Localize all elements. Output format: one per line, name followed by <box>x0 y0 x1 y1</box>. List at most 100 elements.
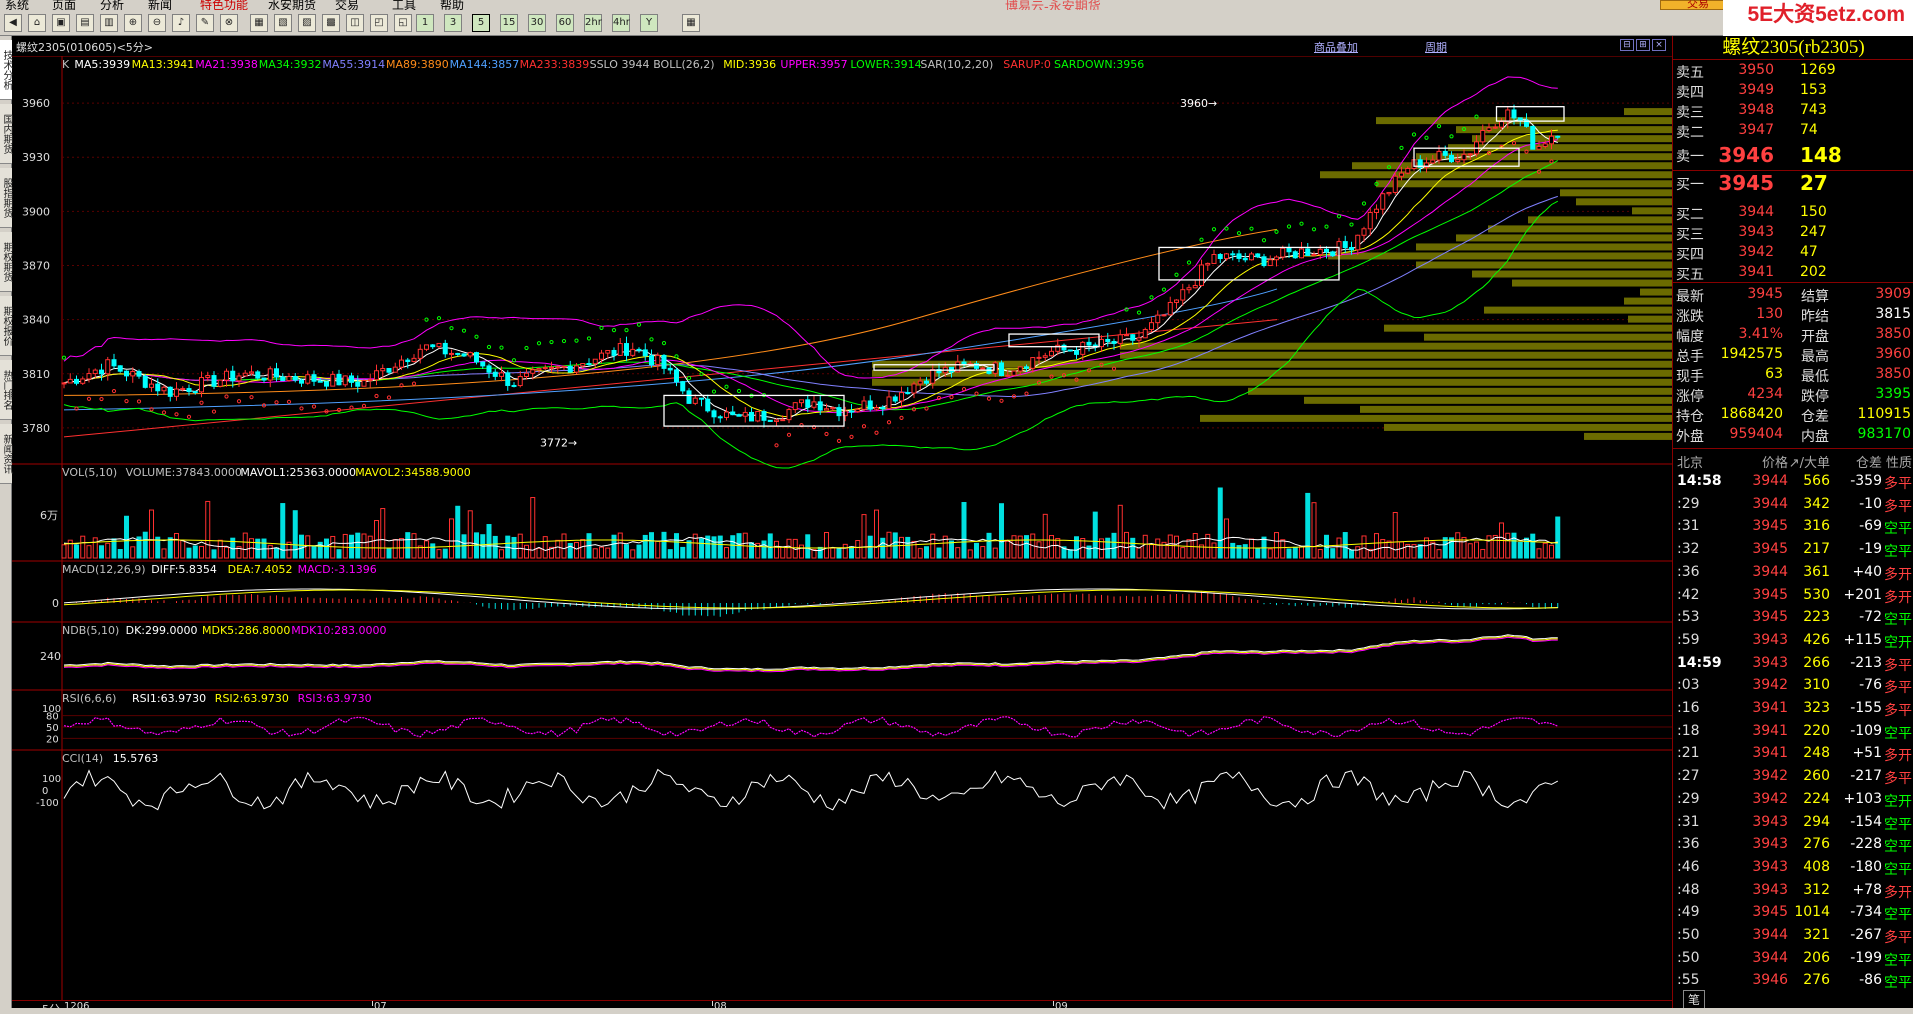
left-tab[interactable]: 热门排名 <box>0 360 12 420</box>
quarter-icon[interactable]: ◱ <box>394 14 412 32</box>
stat-label: 结算 <box>1801 289 1829 305</box>
candle-body <box>286 376 292 382</box>
bid-volume: 202 <box>1800 264 1827 280</box>
volume-bar <box>986 532 992 559</box>
candle-body <box>1399 172 1404 177</box>
ask-price: 3947 <box>1738 122 1774 138</box>
pen-icon[interactable]: ✎ <box>196 14 214 32</box>
volume-bar <box>1542 542 1548 559</box>
bid-label: 买五 <box>1676 267 1704 283</box>
volume-bar <box>905 536 911 559</box>
volume-bar <box>1192 533 1198 559</box>
tick-row: :50 3944 206 -199 空平 <box>1673 948 1913 971</box>
volume-bar <box>999 503 1004 559</box>
volume-bar <box>1311 502 1317 559</box>
zoom-out-icon[interactable]: ⊖ <box>148 14 166 32</box>
period-button[interactable]: 5 <box>472 14 490 32</box>
home-icon[interactable]: ⌂ <box>28 14 46 32</box>
layout-button[interactable]: ⊟ <box>1620 39 1634 51</box>
tick-nature: 空平 <box>1884 544 1912 561</box>
candle-body <box>1555 135 1561 138</box>
tick-row: :36 3944 361 +40 多开 <box>1673 562 1913 585</box>
volume-bar <box>980 546 986 559</box>
left-tab[interactable]: 国内期货 <box>0 104 12 164</box>
week-icon[interactable]: ◫ <box>346 14 364 32</box>
kline-chart[interactable]: 3960393039003870384038103780K MA5:3939 MA1… <box>12 56 1672 1000</box>
candle-body <box>61 382 67 385</box>
candle-body <box>305 374 311 384</box>
left-tab[interactable]: 技术分析 <box>0 40 12 100</box>
candle-body <box>1036 356 1042 359</box>
tick-time: 14:59 <box>1677 654 1722 671</box>
volume-profile-bar <box>1120 351 1672 359</box>
tick-volume: 220 <box>1803 722 1830 739</box>
stat-value: 3960 <box>1875 346 1911 362</box>
tick-nature: 空平 <box>1884 521 1912 538</box>
grid-icon[interactable]: ▥ <box>100 14 118 32</box>
candle-body <box>824 408 829 411</box>
volume-bar <box>992 547 998 559</box>
volume-bar <box>1399 541 1404 559</box>
ticks-tab[interactable]: 笔 <box>1683 990 1706 1009</box>
period-link[interactable]: 周期 <box>1425 39 1447 55</box>
menu-item[interactable]: 系统 <box>5 0 29 10</box>
period-button[interactable]: Y <box>640 14 658 32</box>
tick-time: :50 <box>1677 949 1700 966</box>
period-button[interactable]: 3 <box>444 14 462 32</box>
menu-item[interactable]: 帮助 <box>440 0 464 10</box>
period-button[interactable]: 4hr <box>612 14 630 32</box>
candle-body <box>1361 228 1367 236</box>
menu-item[interactable]: 新闻 <box>148 0 172 10</box>
period-button[interactable]: 15 <box>500 14 518 32</box>
table-icon[interactable]: ▦ <box>250 14 268 32</box>
menu-item[interactable]: 交易 <box>335 0 359 10</box>
period-button[interactable]: 1 <box>416 14 434 32</box>
volume-bar <box>217 539 223 559</box>
candle-body <box>1349 247 1354 251</box>
pin-icon[interactable]: ♪ <box>172 14 190 32</box>
menu-item[interactable]: 分析 <box>100 0 124 10</box>
candle-body <box>1167 301 1173 316</box>
tick-price: 3945 <box>1752 541 1788 558</box>
left-tab[interactable]: 股指期货 <box>0 168 12 228</box>
sar-dot <box>886 420 892 425</box>
left-tab[interactable]: 期权期货 <box>0 232 12 292</box>
zoom-button[interactable]: ⊞ <box>1636 39 1650 51</box>
tick-oi-change: +78 <box>1852 881 1882 898</box>
sar-dot <box>874 430 879 435</box>
calculator-icon[interactable]: ▦ <box>682 14 700 32</box>
calendar-icon[interactable]: ▩ <box>322 14 340 32</box>
candle-body <box>699 397 704 400</box>
candle-body <box>505 372 511 386</box>
candle-body <box>1324 248 1329 253</box>
period-button[interactable]: 2hr <box>584 14 602 32</box>
candle-body <box>905 392 911 395</box>
mark-icon[interactable]: ▨ <box>298 14 316 32</box>
left-tab[interactable]: 新闻资讯 <box>0 424 12 484</box>
candle-body <box>449 352 454 355</box>
candle-body <box>999 362 1004 377</box>
menu-item[interactable]: 页面 <box>52 0 76 10</box>
date-tick <box>1053 1001 1054 1006</box>
back-icon[interactable]: ◀ <box>4 14 22 32</box>
indicator-label: VOL(5,10) <box>62 466 117 479</box>
candle-body <box>355 381 361 387</box>
sar-dot <box>836 438 842 443</box>
zoom-in-icon[interactable]: ⊕ <box>124 14 142 32</box>
db-icon[interactable]: ▣ <box>52 14 70 32</box>
month-icon[interactable]: ◰ <box>370 14 388 32</box>
close-chart-button[interactable]: × <box>1652 39 1666 51</box>
filter-icon[interactable]: ⊗ <box>220 14 238 32</box>
tick-price: 3944 <box>1752 563 1788 580</box>
period-button[interactable]: 60 <box>556 14 574 32</box>
list-icon[interactable]: ▤ <box>76 14 94 32</box>
tick-nature: 空平 <box>1884 839 1912 856</box>
menu-item[interactable]: 特色功能 <box>200 0 248 10</box>
chart-icon[interactable]: ▧ <box>274 14 292 32</box>
candle-body <box>211 375 217 387</box>
left-tab[interactable]: 期权报价 <box>0 296 12 356</box>
menu-item[interactable]: 水安期货 <box>268 0 316 10</box>
period-button[interactable]: 30 <box>528 14 546 32</box>
menu-item[interactable]: 工具 <box>392 0 416 10</box>
overlay-link[interactable]: 商品叠加 <box>1314 39 1358 55</box>
